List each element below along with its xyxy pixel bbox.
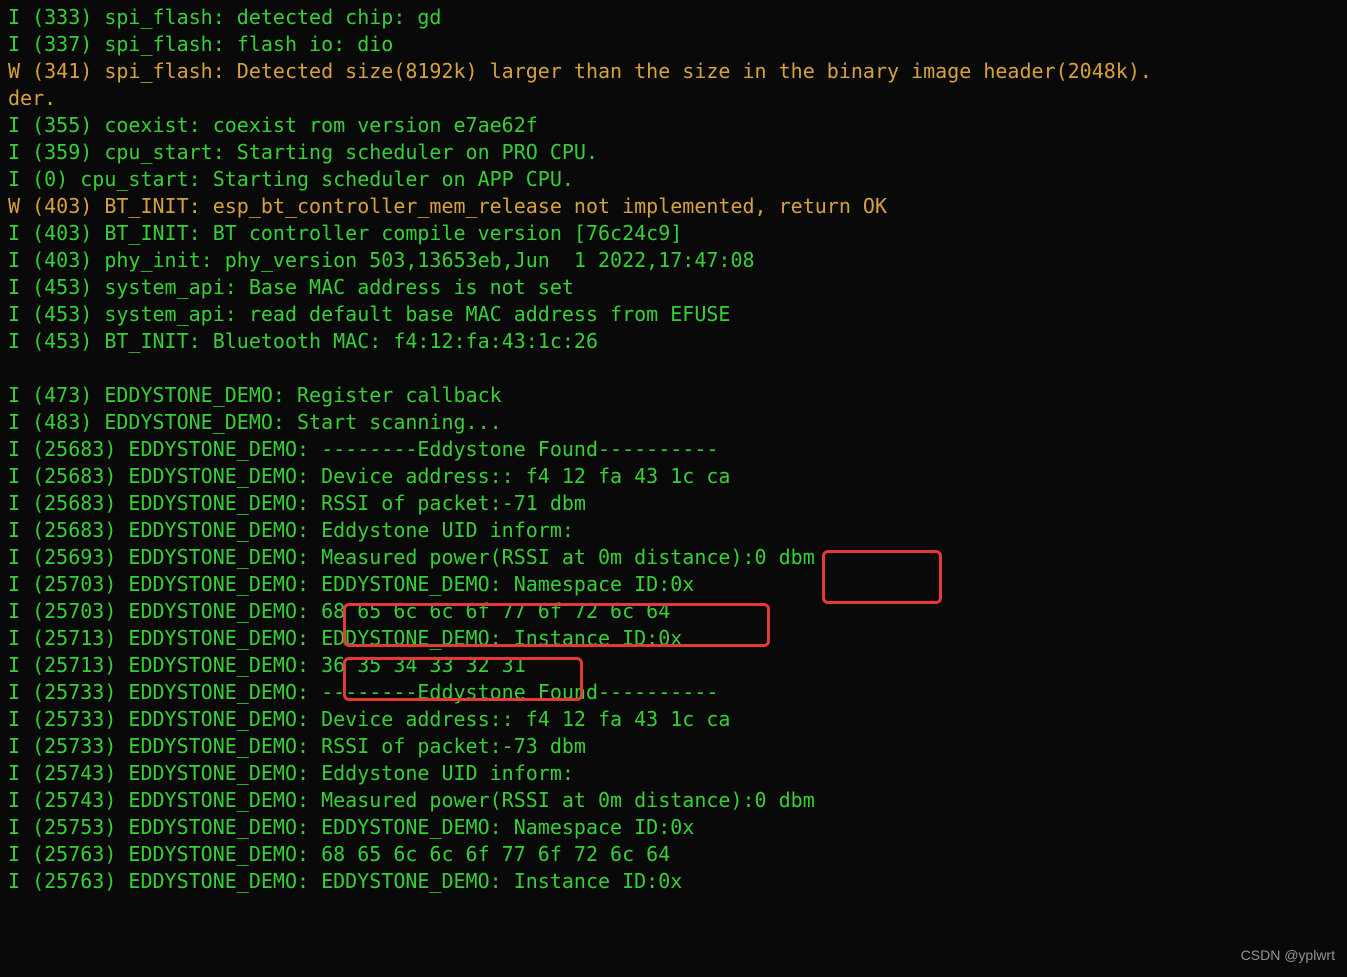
log-line: I (25713) EDDYSTONE_DEMO: 36 35 34 33 32… (8, 653, 538, 677)
log-line: I (25683) EDDYSTONE_DEMO: Device address… (8, 464, 730, 488)
log-line: I (25683) EDDYSTONE_DEMO: --------Eddyst… (8, 437, 718, 461)
log-line: I (25733) EDDYSTONE_DEMO: --------Eddyst… (8, 680, 718, 704)
log-line: der. (8, 86, 56, 110)
watermark: CSDN @yplwrt (1241, 947, 1335, 963)
log-line: I (473) EDDYSTONE_DEMO: Register callbac… (8, 383, 502, 407)
log-line: I (25733) EDDYSTONE_DEMO: RSSI of packet… (8, 734, 586, 758)
terminal-output: I (333) spi_flash: detected chip: gd I (… (0, 0, 1347, 899)
log-line: I (453) BT_INIT: Bluetooth MAC: f4:12:fa… (8, 329, 598, 353)
log-line: I (355) coexist: coexist rom version e7a… (8, 113, 538, 137)
log-line: I (403) phy_init: phy_version 503,13653e… (8, 248, 755, 272)
log-line: I (25683) EDDYSTONE_DEMO: RSSI of packet… (8, 491, 586, 515)
log-line: I (483) EDDYSTONE_DEMO: Start scanning..… (8, 410, 502, 434)
log-line: I (25743) EDDYSTONE_DEMO: Eddystone UID … (8, 761, 574, 785)
log-line: I (359) cpu_start: Starting scheduler on… (8, 140, 598, 164)
log-line: I (333) spi_flash: detected chip: gd (8, 5, 441, 29)
log-line: I (337) spi_flash: flash io: dio (8, 32, 393, 56)
log-line: W (403) BT_INIT: esp_bt_controller_mem_r… (8, 194, 887, 218)
log-line: I (25763) EDDYSTONE_DEMO: 68 65 6c 6c 6f… (8, 842, 682, 866)
log-line: I (25743) EDDYSTONE_DEMO: Measured power… (8, 788, 815, 812)
log-line: I (453) system_api: read default base MA… (8, 302, 730, 326)
log-line: W (341) spi_flash: Detected size(8192k) … (8, 59, 1152, 83)
log-line: I (25703) EDDYSTONE_DEMO: 68 65 6c 6c 6f… (8, 599, 682, 623)
log-line: I (403) BT_INIT: BT controller compile v… (8, 221, 682, 245)
log-line: I (25733) EDDYSTONE_DEMO: Device address… (8, 707, 730, 731)
log-line: I (453) system_api: Base MAC address is … (8, 275, 574, 299)
log-line: I (25763) EDDYSTONE_DEMO: EDDYSTONE_DEMO… (8, 869, 682, 893)
log-line: I (0) cpu_start: Starting scheduler on A… (8, 167, 574, 191)
log-line: I (25753) EDDYSTONE_DEMO: EDDYSTONE_DEMO… (8, 815, 694, 839)
log-line: I (25703) EDDYSTONE_DEMO: EDDYSTONE_DEMO… (8, 572, 694, 596)
log-line: I (25693) EDDYSTONE_DEMO: Measured power… (8, 545, 815, 569)
log-line: I (25683) EDDYSTONE_DEMO: Eddystone UID … (8, 518, 574, 542)
log-line: I (25713) EDDYSTONE_DEMO: EDDYSTONE_DEMO… (8, 626, 682, 650)
